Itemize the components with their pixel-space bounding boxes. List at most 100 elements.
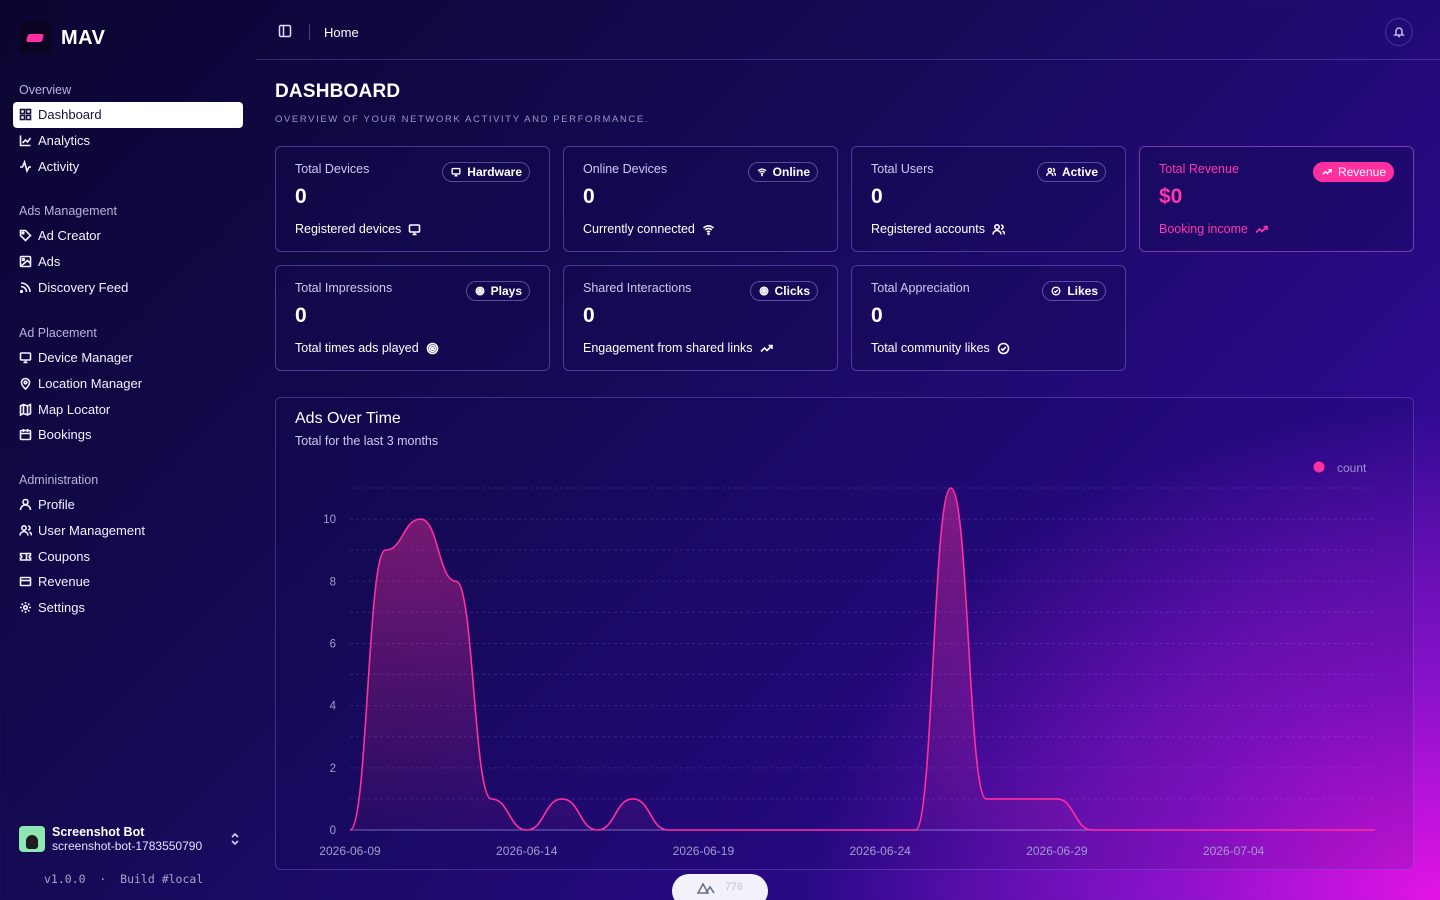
nav-group-label: Ad Placement	[19, 326, 97, 340]
y-tick-label: 6	[330, 638, 336, 650]
user-icon	[19, 499, 32, 511]
brand[interactable]: MAV	[19, 22, 105, 54]
user-email: screenshot-bot-1783550790	[52, 839, 203, 853]
stat-note-text: Registered accounts	[871, 222, 985, 236]
stat-card-total-users: Total Users 0 Registered accounts Active	[851, 146, 1126, 252]
stat-note: Booking income	[1159, 222, 1268, 236]
sidebar-item-label: Profile	[38, 497, 75, 513]
map-icon	[19, 402, 32, 416]
trending-up-icon	[759, 344, 773, 352]
series-area-count	[350, 488, 1375, 830]
monitor-icon	[19, 352, 32, 364]
devtools-toggle[interactable]: 776	[672, 874, 768, 900]
stat-value: 0	[295, 185, 307, 208]
sidebar-item-label: Map Locator	[38, 401, 111, 417]
page-title: DASHBOARD	[275, 81, 401, 102]
stat-badge: Active	[1036, 162, 1106, 182]
sidebar-item-analytics[interactable]: Analytics	[13, 128, 243, 154]
sidebar-item-label: Dashboard	[38, 107, 102, 123]
stat-card-total-devices: Total Devices 0 Registered devices Hardware	[275, 146, 550, 252]
stat-label: Total Devices	[295, 162, 370, 176]
x-tick-label: 2026-06-24	[849, 844, 911, 858]
stat-note-text: Booking income	[1159, 222, 1248, 236]
sidebar-item-settings[interactable]: Settings	[13, 595, 243, 621]
stat-badge: Hardware	[442, 162, 530, 182]
layout-grid-icon	[19, 109, 32, 121]
sidebar-item-device-manager[interactable]: Device Manager	[13, 345, 243, 371]
user-menu[interactable]: Screenshot Bot screenshot-bot-1783550790	[19, 823, 241, 855]
legend-label: count	[1337, 461, 1367, 475]
users-icon	[19, 525, 32, 536]
check-circle-icon	[997, 342, 1010, 354]
sidebar-item-label: Discovery Feed	[38, 279, 129, 295]
nav-group: Overview Dashboard Analytics Activity	[13, 78, 243, 179]
sidebar-item-bookings[interactable]: Bookings	[13, 422, 243, 448]
line-chart-icon	[19, 135, 32, 147]
nav-group: Administration Profile User Management Coup…	[13, 468, 243, 620]
stat-note-text: Total community likes	[871, 341, 990, 355]
chart-canvas: 0 2 4 6 8 10 2026-06-09 2026-06-14 2026-06-19 202…	[319, 461, 1375, 858]
nuxt-icon	[696, 882, 715, 894]
nav-group-label: Administration	[19, 473, 99, 487]
stat-badge-label: Plays	[490, 284, 522, 298]
stat-card-total-revenue: Total Revenue $0 Booking income Revenue	[1139, 146, 1414, 252]
stat-card-total-impressions: Total Impressions 0 Total times ads played…	[275, 265, 550, 371]
stat-note: Registered devices	[295, 222, 421, 236]
stat-note-text: Currently connected	[583, 222, 695, 236]
sidebar: MAV Overview Dashboard Analytics Activity Ad…	[0, 0, 256, 900]
y-tick-label: 0	[330, 825, 336, 837]
sidebar-item-label: Revenue	[38, 574, 91, 590]
ads-over-time-chart: Ads Over Time Total for the last 3 month…	[275, 397, 1414, 870]
stat-note-text: Total times ads played	[295, 341, 419, 355]
sidebar-item-user-management[interactable]: User Management	[13, 518, 243, 544]
sidebar-item-label: Location Manager	[38, 376, 143, 392]
stat-value: 0	[583, 304, 595, 327]
user-name: Screenshot Bot	[52, 825, 145, 839]
map-pin-icon	[20, 377, 31, 391]
x-tick-label: 2026-07-04	[1203, 844, 1265, 858]
stat-value: 0	[871, 185, 883, 208]
sidebar-item-ads[interactable]: Ads	[13, 249, 243, 275]
stat-note: Total times ads played	[295, 341, 439, 355]
stat-badge-label: Active	[1061, 165, 1098, 179]
stat-note: Total community likes	[871, 341, 1010, 355]
stat-note: Currently connected	[583, 222, 715, 236]
sidebar-item-dashboard[interactable]: Dashboard	[13, 102, 243, 128]
notifications-button[interactable]	[1385, 18, 1413, 46]
stat-card-total-appreciation: Total Appreciation 0 Total community likes…	[851, 265, 1126, 371]
breadcrumb[interactable]: Home	[324, 25, 359, 40]
legend-swatch	[1313, 461, 1325, 473]
stat-badge: Likes	[1042, 281, 1106, 301]
stat-label: Total Users	[871, 162, 934, 176]
sidebar-item-label: Ad Creator	[38, 228, 101, 244]
stat-badge: Online	[747, 162, 818, 182]
sidebar-item-discovery-feed[interactable]: Discovery Feed	[13, 274, 243, 300]
sidebar-item-label: User Management	[38, 523, 145, 539]
y-tick-label: 4	[330, 701, 337, 713]
sidebar-item-map-locator[interactable]: Map Locator	[13, 396, 243, 422]
sidebar-item-label: Analytics	[38, 133, 91, 149]
trending-up-icon	[1322, 169, 1332, 175]
stat-label: Total Appreciation	[871, 281, 970, 295]
sidebar-item-label: Coupons	[38, 548, 91, 564]
version-label: v1.0.0 · Build #local	[44, 872, 204, 886]
sidebar-item-coupons[interactable]: Coupons	[13, 543, 243, 569]
gear-icon	[20, 602, 31, 614]
brand-name: MAV	[61, 26, 106, 49]
users-icon	[992, 223, 1005, 235]
sidebar-item-revenue[interactable]: Revenue	[13, 569, 243, 595]
topbar: Home	[256, 0, 1440, 60]
sidebar-item-profile[interactable]: Profile	[13, 492, 243, 518]
stat-value: $0	[1159, 185, 1183, 208]
sidebar-item-activity[interactable]: Activity	[13, 153, 243, 179]
sidebar-item-location-manager[interactable]: Location Manager	[13, 371, 243, 397]
series-line-count	[349, 487, 1375, 831]
stat-note: Engagement from shared links	[583, 341, 773, 355]
sidebar-item-label: Settings	[38, 600, 85, 616]
nav-group: Ad Placement Device Manager Location Manag…	[13, 321, 243, 448]
y-tick-label: 2	[330, 763, 336, 775]
sidebar-item-ad-creator[interactable]: Ad Creator	[13, 223, 243, 249]
sidebar-toggle-button[interactable]	[278, 24, 294, 40]
target-icon	[759, 286, 769, 296]
rss-icon	[19, 281, 31, 293]
